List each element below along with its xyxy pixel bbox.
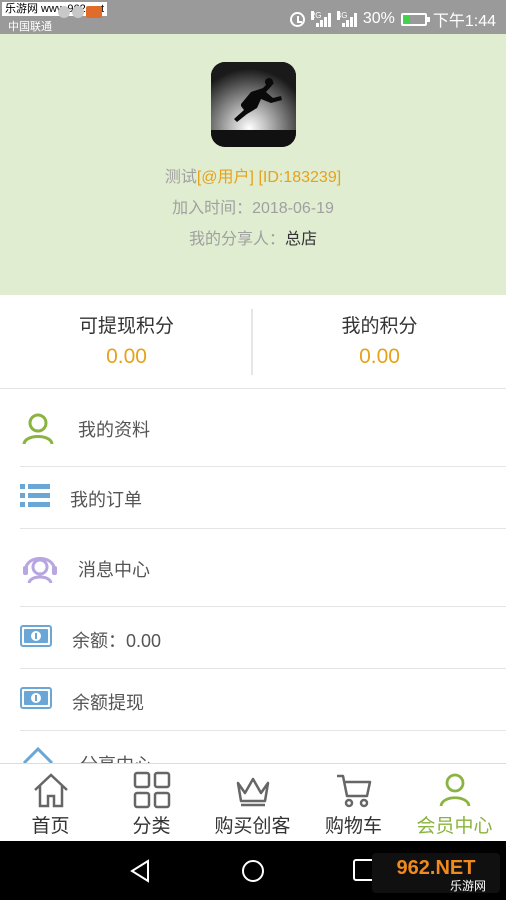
- withdrawable-points-label: 可提现积分: [78, 316, 174, 337]
- my-points-label: 我的积分: [341, 316, 418, 337]
- headset-icon: [23, 557, 57, 584]
- battery-level: [403, 15, 410, 23]
- notification-icon: [72, 6, 84, 18]
- join-date-line: 加入时间：2018-06-19: [0, 194, 506, 218]
- profile-header: 测试[@用户] [ID:183239] 加入时间：2018-06-19 我的分享…: [0, 34, 506, 295]
- watermark-site-name: 乐游网: [450, 879, 486, 893]
- site-watermark-logo: 962.NET 乐游网: [372, 853, 500, 893]
- avatar-photo-icon: [211, 62, 296, 147]
- tab-label: 分类: [132, 816, 171, 837]
- menu-list: 我的资料 我的订单 消息中心 余额：0.00 余额提现: [0, 389, 506, 763]
- battery-percent: 30%: [362, 10, 395, 27]
- points-summary: 可提现积分 0.00 我的积分 0.00: [0, 295, 506, 389]
- profile-name: 测试: [164, 169, 197, 186]
- cart-icon: [337, 774, 372, 808]
- hd-badge-icon: [86, 6, 102, 18]
- status-indicators: 2G 4G 30% 下午1:44: [289, 7, 496, 31]
- tab-member-center[interactable]: 会员中心: [404, 764, 505, 842]
- menu-item-balance[interactable]: 余额：0.00: [0, 607, 506, 669]
- alarm-icon: [289, 11, 305, 27]
- home-circle-icon[interactable]: [240, 858, 266, 884]
- tab-label: 会员中心: [416, 816, 493, 837]
- back-icon[interactable]: [128, 858, 154, 884]
- bottom-tab-bar: 首页 分类 购买创客 购物车 会员中心: [0, 763, 506, 841]
- notification-icons: [58, 6, 102, 18]
- tab-cart[interactable]: 购物车: [303, 764, 404, 842]
- share-icon: [22, 747, 54, 763]
- home-icon: [34, 773, 68, 808]
- tab-category[interactable]: 分类: [101, 764, 202, 842]
- network-type-label: 2G: [310, 11, 322, 20]
- menu-item-orders[interactable]: 我的订单: [0, 467, 506, 529]
- member-icon: [439, 773, 471, 807]
- user-icon: [22, 413, 54, 445]
- sharer-value: 总店: [285, 231, 318, 248]
- menu-item-label: 消息中心: [78, 560, 150, 580]
- profile-name-line: 测试[@用户] [ID:183239]: [0, 163, 506, 187]
- grid-icon: [133, 771, 171, 809]
- tab-buy-maker[interactable]: 购买创客: [202, 764, 303, 842]
- battery-icon: [400, 12, 430, 26]
- my-points-value: 0.00: [359, 345, 400, 368]
- avatar[interactable]: [211, 62, 296, 147]
- crown-icon: [236, 777, 270, 807]
- tab-home[interactable]: 首页: [0, 764, 101, 842]
- menu-item-share[interactable]: 分享中心: [0, 731, 506, 763]
- menu-item-label: 我的资料: [78, 420, 150, 440]
- clock: 下午1:44: [432, 13, 496, 30]
- menu-item-label: 分享中心: [80, 751, 152, 763]
- watermark-logo-text: 962.NET: [397, 857, 476, 879]
- profile-id: [ID:183239]: [258, 169, 342, 186]
- menu-item-messages[interactable]: 消息中心: [0, 529, 506, 607]
- withdrawable-points[interactable]: 可提现积分 0.00: [0, 295, 253, 389]
- status-bar: 乐游网 www.962.net 中国联通 2G 4G 30% 下午1:44: [0, 0, 506, 34]
- join-date-value: 2018-06-19: [252, 200, 334, 217]
- tab-label: 购物车: [324, 816, 382, 837]
- tab-label: 首页: [31, 816, 70, 837]
- menu-item-withdraw[interactable]: 余额提现: [0, 669, 506, 731]
- sharer-label: 我的分享人：: [188, 231, 285, 248]
- withdrawable-points-value: 0.00: [106, 345, 147, 368]
- menu-item-label: 余额：0.00: [72, 631, 162, 651]
- notification-icon: [58, 6, 70, 18]
- menu-item-label: 余额提现: [72, 693, 144, 713]
- signal-4g-icon: 4G: [336, 11, 357, 27]
- join-date-label: 加入时间：: [172, 200, 253, 217]
- tab-label: 购买创客: [214, 816, 291, 837]
- sharer-line: 我的分享人：总店: [0, 225, 506, 249]
- signal-2g-icon: 2G: [310, 11, 331, 27]
- money-icon: [20, 625, 52, 647]
- profile-role: [@用户]: [196, 169, 254, 186]
- menu-item-label: 我的订单: [70, 490, 142, 510]
- money-icon: [20, 687, 52, 709]
- menu-item-profile[interactable]: 我的资料: [0, 389, 506, 467]
- carrier-name: 中国联通: [8, 21, 52, 33]
- network-type-label: 4G: [336, 11, 348, 20]
- my-points[interactable]: 我的积分 0.00: [253, 295, 506, 389]
- list-icon: [20, 484, 50, 507]
